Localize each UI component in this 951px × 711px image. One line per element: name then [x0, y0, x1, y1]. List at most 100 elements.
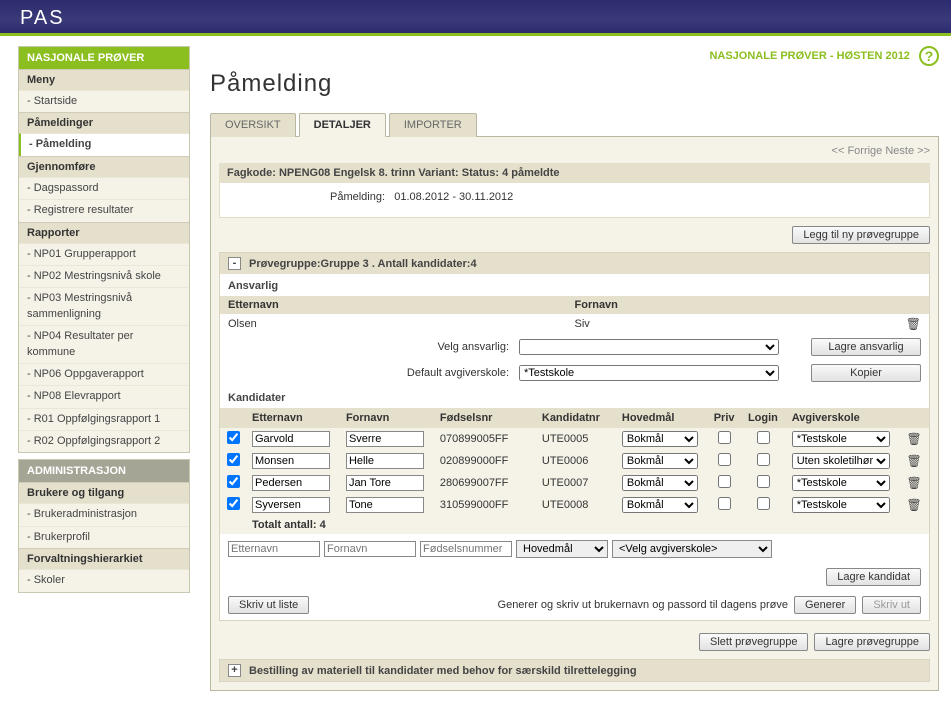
context-label: NASJONALE PRØVER - HØSTEN 2012	[709, 50, 910, 62]
nav-item[interactable]: - Brukeradministrasjon	[19, 503, 189, 525]
row-school[interactable]: *Testskole	[792, 475, 890, 491]
print-list-button[interactable]: Skriv ut liste	[228, 596, 309, 614]
resp-lastname: Olsen	[228, 318, 575, 330]
add-firstname[interactable]	[324, 541, 416, 557]
print-button[interactable]: Skriv ut	[862, 596, 921, 614]
row-lastname[interactable]	[252, 497, 330, 513]
resp-firstname: Siv	[575, 318, 590, 330]
row-lang[interactable]: Bokmål	[622, 431, 698, 447]
row-login[interactable]	[757, 431, 770, 444]
row-school[interactable]: Uten skoletilhørighet	[792, 453, 890, 469]
group-title: Prøvegruppe:Gruppe 3 . Antall kandidater…	[249, 258, 477, 270]
row-dob: 280699007FF	[434, 472, 536, 494]
copy-button[interactable]: Kopier	[811, 364, 921, 382]
row-lastname[interactable]	[252, 475, 330, 491]
row-firstname[interactable]	[346, 453, 424, 469]
row-school[interactable]: *Testskole	[792, 431, 890, 447]
trash-icon[interactable]: 🗑	[907, 432, 922, 446]
nav-item[interactable]: - NP06 Oppgaverapport	[19, 363, 189, 385]
col-school: Avgiverskole	[786, 408, 901, 428]
row-priv[interactable]	[718, 453, 731, 466]
nav-item[interactable]: - NP03 Mestringsnivå sammenligning	[19, 287, 189, 325]
nav-group[interactable]: Forvaltningshierarkiet	[19, 548, 189, 569]
candidates-heading: Kandidater	[220, 386, 929, 408]
pager-prev[interactable]: << Forrige	[832, 145, 883, 157]
help-icon[interactable]: ?	[919, 46, 939, 66]
generate-button[interactable]: Generer	[794, 596, 856, 614]
nav-item[interactable]: - NP04 Resultater per kommune	[19, 325, 189, 363]
table-row: 280699007FFUTE0007 Bokmål *Testskole 🗑	[220, 472, 929, 494]
nav-section-header: NASJONALE PRØVER	[19, 47, 189, 69]
row-login[interactable]	[757, 475, 770, 488]
row-login[interactable]	[757, 453, 770, 466]
select-resp[interactable]	[519, 339, 779, 355]
nav-item[interactable]: - Skoler	[19, 569, 189, 591]
nav-item[interactable]: - NP01 Grupperapport	[19, 243, 189, 265]
nav-item[interactable]: - Brukerprofil	[19, 526, 189, 548]
col-lastname: Etternavn	[246, 408, 340, 428]
row-priv[interactable]	[718, 475, 731, 488]
row-login[interactable]	[757, 497, 770, 510]
trash-icon[interactable]: 🗑	[907, 476, 922, 490]
add-dob[interactable]	[420, 541, 512, 557]
delete-group-button[interactable]: Slett prøvegruppe	[699, 633, 808, 651]
nav-group[interactable]: Brukere og tilgang	[19, 482, 189, 503]
nav-item[interactable]: - Dagspassord	[19, 177, 189, 199]
total-count: Totalt antall: 4	[246, 516, 929, 534]
nav-item[interactable]: - Startside	[19, 90, 189, 112]
nav-item[interactable]: - Påmelding	[19, 133, 189, 155]
add-candidate-row: Hovedmål <Velg avgiverskole>	[220, 534, 929, 564]
add-school[interactable]: <Velg avgiverskole>	[612, 540, 772, 558]
row-firstname[interactable]	[346, 475, 424, 491]
top-bar: PAS	[0, 0, 951, 36]
info-label: Påmelding:	[330, 191, 385, 203]
row-priv[interactable]	[718, 431, 731, 444]
tab-detaljer[interactable]: DETALJER	[299, 113, 386, 137]
add-lang[interactable]: Hovedmål	[516, 540, 608, 558]
tab-importer[interactable]: IMPORTER	[389, 113, 477, 137]
row-lastname[interactable]	[252, 453, 330, 469]
row-lang[interactable]: Bokmål	[622, 475, 698, 491]
row-firstname[interactable]	[346, 497, 424, 513]
resp-col-lastname: Etternavn	[228, 299, 575, 311]
nav-group[interactable]: Gjennomføre	[19, 156, 189, 177]
nav-section-header: ADMINISTRASJON	[19, 460, 189, 482]
row-checkbox[interactable]	[227, 497, 240, 510]
tab-oversikt[interactable]: OVERSIKT	[210, 113, 296, 137]
add-lastname[interactable]	[228, 541, 320, 557]
row-candno: UTE0007	[536, 472, 616, 494]
save-group-button[interactable]: Lagre prøvegruppe	[814, 633, 930, 651]
materials-toggle[interactable]: +	[228, 664, 241, 677]
trash-icon[interactable]: 🗑	[907, 454, 922, 468]
select-resp-label: Velg ansvarlig:	[359, 341, 509, 353]
row-school[interactable]: *Testskole	[792, 497, 890, 513]
row-lastname[interactable]	[252, 431, 330, 447]
add-group-button[interactable]: Legg til ny prøvegruppe	[792, 226, 930, 244]
row-lang[interactable]: Bokmål	[622, 497, 698, 513]
row-candno: UTE0006	[536, 450, 616, 472]
row-candno: UTE0005	[536, 428, 616, 450]
row-checkbox[interactable]	[227, 453, 240, 466]
default-school-select[interactable]: *Testskole	[519, 365, 779, 381]
info-bar: Fagkode: NPENG08 Engelsk 8. trinn Varian…	[219, 163, 930, 183]
row-priv[interactable]	[718, 497, 731, 510]
tab-panel: << Forrige Neste >> Fagkode: NPENG08 Eng…	[210, 137, 939, 691]
nav-item[interactable]: - R02 Oppfølgingsrapport 2	[19, 430, 189, 452]
save-resp-button[interactable]: Lagre ansvarlig	[811, 338, 921, 356]
row-checkbox[interactable]	[227, 475, 240, 488]
nav-item[interactable]: - NP08 Elevrapport	[19, 385, 189, 407]
row-lang[interactable]: Bokmål	[622, 453, 698, 469]
nav-group[interactable]: Påmeldinger	[19, 112, 189, 133]
nav-group[interactable]: Rapporter	[19, 222, 189, 243]
nav-item[interactable]: - Registrere resultater	[19, 199, 189, 221]
group-toggle[interactable]: -	[228, 257, 241, 270]
nav-item[interactable]: - NP02 Mestringsnivå skole	[19, 265, 189, 287]
trash-icon[interactable]: 🗑	[906, 317, 921, 331]
nav-item[interactable]: - R01 Oppfølgingsrapport 1	[19, 408, 189, 430]
trash-icon[interactable]: 🗑	[907, 498, 922, 512]
nav-group[interactable]: Meny	[19, 69, 189, 90]
row-checkbox[interactable]	[227, 431, 240, 444]
row-firstname[interactable]	[346, 431, 424, 447]
save-candidate-button[interactable]: Lagre kandidat	[826, 568, 921, 586]
pager-next[interactable]: Neste >>	[885, 145, 930, 157]
